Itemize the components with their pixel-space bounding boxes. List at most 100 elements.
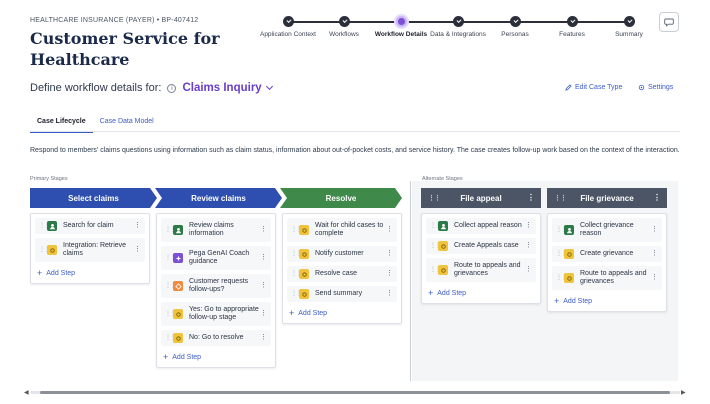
stage-card: ⋮⋮ Wait for child cases to complete ⋮ ⋮⋮ Not… (282, 213, 402, 324)
step-item[interactable]: ⋮⋮ Search for claim ⋮ (35, 218, 145, 234)
check-icon (509, 16, 521, 27)
step-label: Notify customer (315, 250, 364, 257)
more-options-icon[interactable]: ⋮ (386, 226, 393, 234)
progress-stepper: Application Context Workflows Workflow Det… (258, 15, 658, 51)
integration-icon (47, 245, 57, 255)
user-icon (173, 225, 183, 235)
more-options-icon[interactable]: ⋮ (525, 266, 532, 274)
more-options-icon[interactable]: ⋮ (134, 222, 141, 230)
add-step-label: Add Step (437, 289, 467, 297)
more-options-icon[interactable]: ⋮ (260, 310, 267, 318)
info-icon[interactable]: i (167, 83, 177, 93)
step-item[interactable]: ⋮⋮ Notify customer ⋮ (287, 246, 397, 262)
user-icon (47, 221, 57, 231)
stage-header[interactable]: Select claims (30, 188, 157, 208)
chat-button[interactable] (659, 12, 679, 32)
stepper-step[interactable]: Personas (485, 15, 545, 39)
more-options-icon[interactable]: ⋮ (260, 254, 267, 262)
chevron-down-icon[interactable] (265, 82, 273, 91)
step-item[interactable]: ⋮⋮ Create Appeals case ⋮ (426, 238, 536, 254)
stepper-step[interactable]: Workflow Details (371, 15, 431, 39)
more-options-icon[interactable]: ⋮ (653, 193, 661, 202)
decision-icon (173, 281, 183, 291)
add-step-button[interactable]: + Add Step (548, 294, 666, 311)
step-item[interactable]: ⋮⋮ Route to appeals and grievances ⋮ (552, 266, 662, 290)
step-item[interactable]: ⋮⋮ Yes: Go to appropriate follow-up stage… (161, 302, 271, 326)
step-item[interactable]: ⋮⋮ Route to appeals and grievances ⋮ (426, 258, 536, 282)
scroll-right-icon[interactable]: ▶ (681, 389, 686, 396)
step-label: Collect appeal reason (454, 222, 522, 229)
step-label: Pega GenAI Coach guidance (189, 250, 250, 265)
step-item[interactable]: ⋮⋮ Review claims information ⋮ (161, 218, 271, 242)
stage-card: ⋮⋮ Collect appeal reason ⋮ ⋮⋮ Create Appeals… (421, 213, 541, 304)
edit-case-type-label: Edit Case Type (575, 84, 623, 91)
stage-card: ⋮⋮ Collect grievance reason ⋮ ⋮⋮ Create grie… (547, 213, 667, 312)
primary-stages-label: Primary Stages (30, 176, 68, 182)
stepper-step-label: Workflows (329, 31, 359, 38)
stage-header[interactable]: File grievance ⋮⋮ ⋮ (547, 188, 667, 208)
step-item[interactable]: ⋮⋮ Resolve case ⋮ (287, 266, 397, 282)
check-icon (566, 16, 578, 27)
step-item[interactable]: ⋮⋮ Customer requests follow-ups? ⋮ (161, 274, 271, 298)
more-options-icon[interactable]: ⋮ (525, 242, 532, 250)
step-label: Customer requests follow-ups? (189, 278, 249, 293)
stepper-step[interactable]: Workflows (314, 15, 374, 39)
more-options-icon[interactable]: ⋮ (386, 270, 393, 278)
scrollbar-thumb[interactable] (40, 391, 670, 394)
stage-name: File grievance (580, 193, 634, 203)
stage-name: File appeal (460, 193, 502, 203)
step-label: Yes: Go to appropriate follow-up stage (189, 306, 259, 321)
automation-icon (299, 289, 309, 299)
more-options-icon[interactable]: ⋮ (134, 246, 141, 254)
plus-icon: + (428, 288, 434, 298)
check-icon (282, 16, 294, 27)
more-options-icon[interactable]: ⋮ (260, 282, 267, 290)
step-item[interactable]: ⋮⋮ Integration: Retrieve claims ⋮ (35, 238, 145, 262)
more-options-icon[interactable]: ⋮ (651, 226, 658, 234)
stage-header[interactable]: Resolve (280, 188, 402, 208)
step-item[interactable]: ⋮⋮ No: Go to resolve ⋮ (161, 330, 271, 346)
more-options-icon[interactable]: ⋮ (651, 250, 658, 258)
more-options-icon[interactable]: ⋮ (527, 193, 535, 202)
automation-icon (564, 249, 574, 259)
stepper-step[interactable]: Summary (599, 15, 659, 39)
step-item[interactable]: ⋮⋮ Collect grievance reason ⋮ (552, 218, 662, 242)
current-step-icon (395, 16, 407, 27)
stage-header[interactable]: File appeal ⋮⋮ ⋮ (421, 188, 541, 208)
stage-card: ⋮⋮ Search for claim ⋮ ⋮⋮ Integration: Retrie… (30, 213, 150, 284)
step-item[interactable]: ⋮⋮ Pega GenAI Coach guidance ⋮ (161, 246, 271, 270)
more-options-icon[interactable]: ⋮ (651, 274, 658, 282)
drag-handle-icon[interactable]: ⋮⋮ (428, 194, 441, 202)
stepper-step[interactable]: Features (542, 15, 602, 39)
drag-handle-icon[interactable]: ⋮⋮ (554, 194, 567, 202)
step-item[interactable]: ⋮⋮ Send summary ⋮ (287, 286, 397, 302)
more-options-icon[interactable]: ⋮ (260, 334, 267, 342)
add-step-button[interactable]: + Add Step (283, 306, 401, 323)
add-step-button[interactable]: + Add Step (157, 350, 275, 367)
stage-name: Select claims (68, 193, 119, 203)
step-item[interactable]: ⋮⋮ Wait for child cases to complete ⋮ (287, 218, 397, 242)
stage-name: Resolve (325, 193, 357, 203)
more-options-icon[interactable]: ⋮ (386, 250, 393, 258)
stage-divider (410, 181, 411, 381)
stage-header[interactable]: Review claims (155, 188, 282, 208)
case-type-selector[interactable]: Claims Inquiry (182, 82, 261, 94)
step-item[interactable]: ⋮⋮ Collect appeal reason ⋮ (426, 218, 536, 234)
step-label: No: Go to resolve (189, 334, 244, 341)
settings-button[interactable]: Settings (638, 84, 673, 91)
stepper-step[interactable]: Data & Integrations (428, 15, 488, 39)
step-label: Search for claim (63, 222, 114, 229)
stepper-step[interactable]: Application Context (258, 15, 318, 39)
automation-icon (438, 265, 448, 275)
more-options-icon[interactable]: ⋮ (525, 222, 532, 230)
edit-case-type-button[interactable]: Edit Case Type (565, 84, 622, 91)
add-step-button[interactable]: + Add Step (422, 286, 540, 303)
more-options-icon[interactable]: ⋮ (260, 226, 267, 234)
step-item[interactable]: ⋮⋮ Create grievance ⋮ (552, 246, 662, 262)
user-icon (438, 221, 448, 231)
scroll-left-icon[interactable]: ◀ (24, 389, 29, 396)
automation-icon (173, 333, 183, 343)
more-options-icon[interactable]: ⋮ (386, 290, 393, 298)
check-icon (338, 16, 350, 27)
add-step-button[interactable]: + Add Step (31, 266, 149, 283)
